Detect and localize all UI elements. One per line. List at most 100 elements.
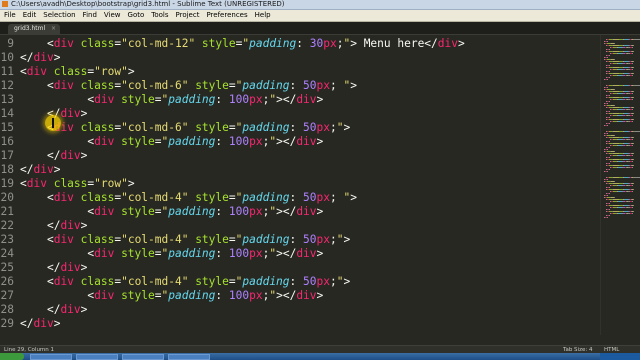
minimap-mark [609,55,610,56]
code-token: div [33,51,54,64]
code-token: ></ [276,289,297,302]
tab-grid3-html[interactable]: grid3.html × [8,24,60,34]
minimap-mark [609,147,610,148]
minimap-mark [633,113,634,114]
start-button[interactable] [0,353,24,360]
code-token: px [249,93,263,106]
minimap-mark [607,125,608,126]
code-line[interactable]: 14 </div> [0,107,600,121]
code-line[interactable]: 12 <div class="col-md-6" style="padding:… [0,79,600,93]
minimap-mark [609,123,610,124]
menu-view[interactable]: View [101,10,125,21]
minimap-mark [632,63,633,64]
minimap-mark [632,75,633,76]
code-token: = [228,233,236,246]
code-token: > [127,65,135,78]
code-token: div [296,93,317,106]
minimap-mark [609,101,610,102]
code-token: < [46,275,54,288]
menu-tools[interactable]: Tools [148,10,172,21]
menu-file[interactable]: File [0,10,20,21]
menu-edit[interactable]: Edit [20,10,41,21]
taskbar-button[interactable] [30,354,72,360]
menu-project[interactable]: Project [173,10,204,21]
code-token: px [316,275,330,288]
code-line[interactable]: 13 <div style="padding: 100px;"></div> [0,93,600,107]
taskbar-button[interactable] [122,354,164,360]
menu-find[interactable]: Find [80,10,101,21]
code-line[interactable]: 28 </div> [0,303,600,317]
line-number: 24 [0,247,14,260]
code-token: > [53,317,61,330]
tab-label: grid3.html [14,25,46,32]
minimap-mark [632,207,633,208]
code-line[interactable]: 24 <div style="padding: 100px;"></div> [0,247,600,261]
code-token: > [80,149,88,162]
code-token: ></ [276,205,297,218]
code-token: ></ [276,247,297,260]
code-token: div [26,65,47,78]
minimap-mark [632,53,633,54]
menu-selection[interactable]: Selection [40,10,79,21]
code-token: = [228,191,236,204]
menu-preferences[interactable]: Preferences [203,10,251,21]
code-line[interactable]: 22 </div> [0,219,600,233]
code-token: class [73,275,115,288]
code-token: div [94,93,115,106]
minimap-mark [632,161,633,162]
line-number: 15 [0,121,14,134]
code-token: style [114,135,155,148]
code-token: "col-md-4" [121,191,189,204]
code-token: < [46,233,54,246]
minimap[interactable] [600,35,640,335]
taskbar-button[interactable] [168,354,210,360]
code-token: padding [242,233,290,246]
minimap-mark [609,203,610,204]
code-token: style [114,289,155,302]
code-token: div [296,205,317,218]
code-token: padding [242,191,290,204]
system-tray [600,353,640,360]
code-line[interactable]: 21 <div style="padding: 100px;"></div> [0,205,600,219]
line-number: 26 [0,275,14,288]
code-line[interactable]: 9 <div class="col-md-12" style="padding:… [0,37,600,51]
minimap-mark [609,157,610,158]
minimap-mark [614,89,615,90]
code-line[interactable]: 23 <div class="col-md-4" style="padding:… [0,233,600,247]
code-token: < [46,79,54,92]
code-line[interactable]: 11 <div class="row"> [0,65,600,79]
code-token: : [289,275,304,288]
menu-help[interactable]: Help [252,10,275,21]
code-line[interactable]: 29 </div> [0,317,600,331]
code-token: px [316,121,330,134]
minimap-mark [609,163,610,164]
code-token: px [323,37,337,50]
code-token: > [350,79,357,92]
code-line[interactable]: 16 <div style="padding: 100px;"></div> [0,135,600,149]
code-token: div [94,247,115,260]
code-token: padding [168,247,216,260]
code-line[interactable]: 27 <div style="padding: 100px;"></div> [0,289,600,303]
minimap-mark [633,51,634,52]
code-line[interactable]: 15 <div class="col-md-6" style="padding:… [0,121,600,135]
taskbar-button[interactable] [76,354,118,360]
minimap-mark [609,71,610,72]
code-token: "row" [94,177,128,190]
close-icon[interactable]: × [51,24,56,34]
code-line[interactable]: 20 <div class="col-md-4" style="padding:… [0,191,600,205]
minimap-mark [607,149,608,150]
code-line[interactable]: 19 <div class="row"> [0,177,600,191]
code-line[interactable]: 25 </div> [0,261,600,275]
code-line[interactable]: 10 </div> [0,51,600,65]
code-token: padding [242,121,290,134]
minimap-mark [614,197,615,198]
code-editor[interactable]: 9 <div class="col-md-12" style="padding:… [0,35,600,335]
code-token: class [73,233,115,246]
menu-goto[interactable]: Goto [125,10,149,21]
code-line[interactable]: 17 </div> [0,149,600,163]
code-token: div [53,79,74,92]
code-token: style [195,37,236,50]
code-line[interactable]: 26 <div class="col-md-4" style="padding:… [0,275,600,289]
code-line[interactable]: 18 </div> [0,163,600,177]
